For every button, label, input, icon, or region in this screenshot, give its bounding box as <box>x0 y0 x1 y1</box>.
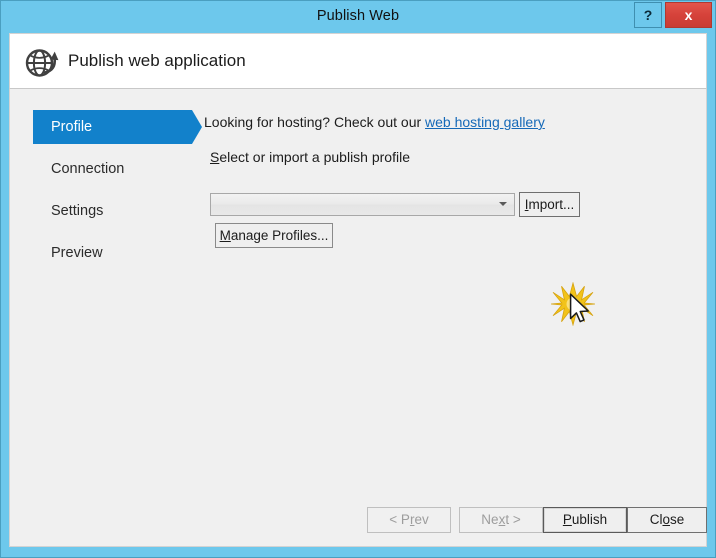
sidebar-item-label: Settings <box>51 203 104 219</box>
click-burst-effect <box>550 281 596 327</box>
sidebar-item-label: Profile <box>51 119 93 135</box>
close-dialog-button[interactable]: Close <box>627 507 707 533</box>
import-profile-button[interactable]: Import... <box>519 192 580 217</box>
hosting-hint-text: Looking for hosting? Check out our <box>204 114 426 130</box>
profile-label-text: elect or import a publish profile <box>219 149 410 165</box>
profile-label-accel: S <box>210 149 220 165</box>
sidebar-item-preview[interactable]: Preview <box>33 236 193 270</box>
prev-button-post: ev <box>414 512 429 527</box>
chevron-down-icon[interactable] <box>499 202 507 206</box>
publish-profile-combobox[interactable] <box>210 193 515 216</box>
next-button[interactable]: Next > <box>459 507 543 533</box>
globe-publish-icon <box>22 42 62 82</box>
title-bar: Publish Web ? x <box>1 1 715 31</box>
prev-button[interactable]: < Prev <box>367 507 451 533</box>
sidebar-item-label: Connection <box>51 161 125 177</box>
import-button-label: mport... <box>528 197 575 212</box>
close-button-post: se <box>670 512 685 527</box>
selected-step-arrow-icon <box>192 110 202 144</box>
dialog-body: Profile Connection Settings Preview Look… <box>9 89 707 547</box>
manage-button-label: anage Profiles... <box>230 228 329 243</box>
mouse-cursor-icon <box>568 292 594 328</box>
dialog-header: Publish web application <box>9 33 707 89</box>
publish-button-post: ublish <box>571 512 608 527</box>
dialog-button-row: < Prev Next > Publish Close <box>10 507 708 534</box>
next-button-pre: Ne <box>481 512 499 527</box>
publish-button[interactable]: Publish <box>543 507 627 533</box>
sidebar-item-settings[interactable]: Settings <box>33 194 193 228</box>
close-button-accel: o <box>662 512 670 527</box>
next-button-post: t > <box>505 512 521 527</box>
sidebar-item-label: Preview <box>51 245 103 261</box>
close-window-button[interactable]: x <box>665 2 712 28</box>
manage-profiles-button[interactable]: Manage Profiles... <box>215 223 333 248</box>
web-hosting-gallery-link[interactable]: web hosting gallery <box>425 114 545 130</box>
page-title: Publish web application <box>68 51 246 70</box>
hosting-hint: Looking for hosting? Check out our web h… <box>204 114 545 130</box>
window-title: Publish Web <box>316 8 400 24</box>
sidebar-item-connection[interactable]: Connection <box>33 152 193 186</box>
wizard-steps-sidebar: Profile Connection Settings Preview <box>33 110 202 278</box>
close-button-pre: Cl <box>649 512 663 527</box>
help-button[interactable]: ? <box>634 2 662 28</box>
publish-web-dialog: Publish Web ? x Publish web application … <box>0 0 716 558</box>
manage-button-accel: M <box>219 228 231 243</box>
prev-button-pre: < P <box>389 512 410 527</box>
sidebar-item-profile[interactable]: Profile <box>33 110 202 144</box>
profile-field-label: Select or import a publish profile <box>210 149 410 165</box>
publish-button-accel: P <box>562 512 572 527</box>
